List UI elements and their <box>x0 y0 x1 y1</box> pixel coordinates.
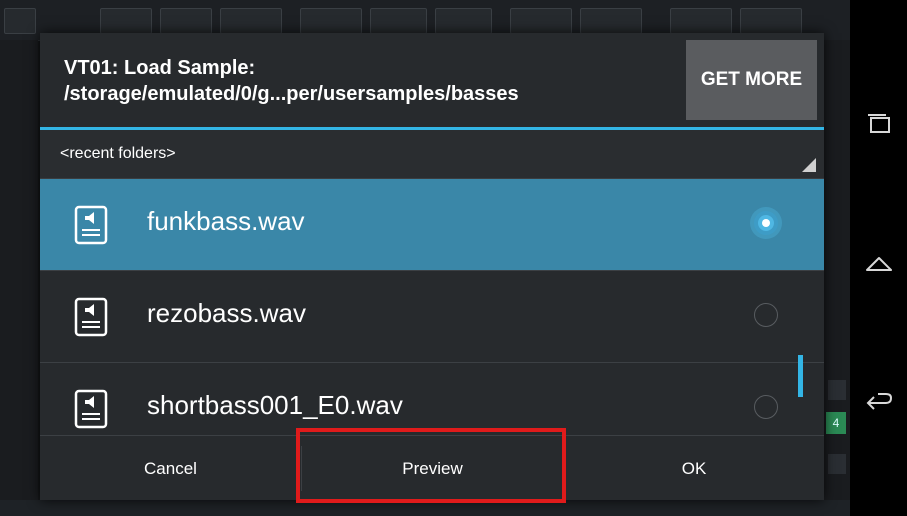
background-button <box>160 8 212 34</box>
background-button <box>670 8 732 34</box>
get-more-button[interactable]: GET MORE <box>686 40 817 120</box>
system-nav-bar <box>850 0 907 516</box>
file-radio-button[interactable] <box>754 211 778 235</box>
background-button <box>510 8 572 34</box>
recent-folders-label: <recent folders> <box>60 145 176 162</box>
audio-file-icon <box>74 389 108 429</box>
background-button <box>370 8 427 34</box>
file-name: funkbass.wav <box>147 206 305 236</box>
cancel-button[interactable]: Cancel <box>40 436 301 500</box>
background-down-arrow <box>828 454 846 474</box>
background-button <box>580 8 642 34</box>
background-left-strip <box>0 40 38 516</box>
recent-folders-dropdown[interactable]: <recent folders> <box>40 130 824 179</box>
background-button <box>220 8 282 34</box>
back-icon[interactable] <box>864 388 894 418</box>
audio-file-icon <box>74 297 108 337</box>
background-button <box>300 8 362 34</box>
highlight-annotation-box <box>296 428 566 503</box>
file-radio-button[interactable] <box>754 303 778 327</box>
background-up-arrow <box>828 380 846 400</box>
recent-apps-icon[interactable] <box>864 110 894 140</box>
background-badge: 4 <box>826 412 846 434</box>
dialog-title: VT01: Load Sample: /storage/emulated/0/g… <box>64 57 519 105</box>
background-button <box>4 8 36 34</box>
file-name: shortbass001_E0.wav <box>147 390 403 420</box>
scrollbar-thumb[interactable] <box>798 355 803 397</box>
ok-button[interactable]: OK <box>564 436 824 500</box>
scrollbar[interactable] <box>798 179 803 435</box>
dialog-header: VT01: Load Sample: /storage/emulated/0/g… <box>40 33 824 127</box>
background-right-strip <box>824 40 850 516</box>
file-radio-button[interactable] <box>754 395 778 419</box>
background-button <box>740 8 802 34</box>
background-button <box>435 8 492 34</box>
file-list[interactable]: funkbass.wav rezobass.wav shortbass001_E <box>40 179 824 435</box>
file-row[interactable]: rezobass.wav <box>40 271 824 363</box>
home-icon[interactable] <box>864 248 894 278</box>
file-name: rezobass.wav <box>147 298 306 328</box>
file-row[interactable]: shortbass001_E0.wav <box>40 363 824 435</box>
file-row[interactable]: funkbass.wav <box>40 179 824 271</box>
dropdown-caret-icon <box>802 158 816 172</box>
audio-file-icon <box>74 205 108 245</box>
background-button <box>100 8 152 34</box>
